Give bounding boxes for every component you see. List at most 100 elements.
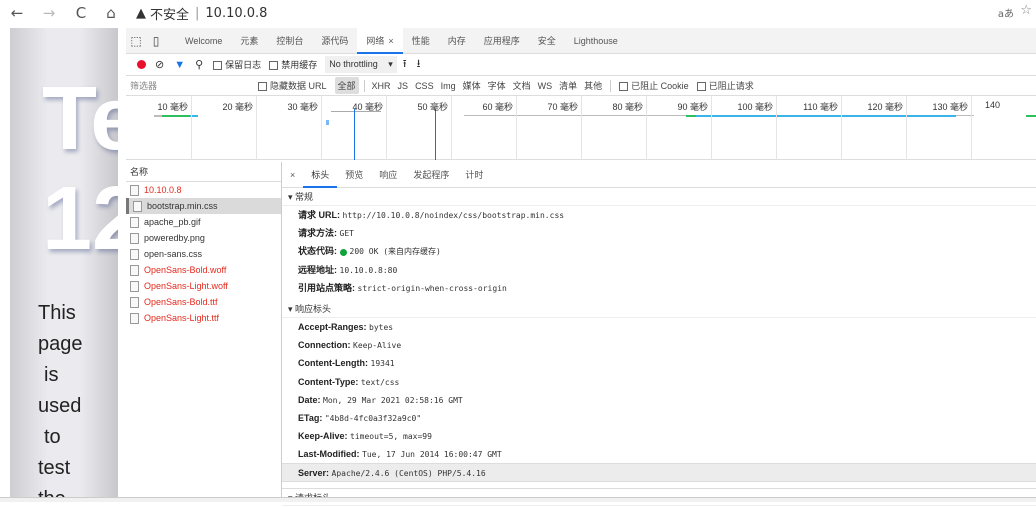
header-value: Tue, 17 Jun 2014 16:00:47 GMT [362, 450, 502, 460]
timeline-tick-label: 110 毫秒 [803, 102, 838, 112]
request-details: × 标头 预览 响应 发起程序 计时 ▾ 常规 请求 URL: http://10.10… [282, 161, 1036, 506]
blocked-cookies-checkbox[interactable]: 已阻止 Cookie [619, 79, 689, 92]
tab-4[interactable]: 网络 × [357, 27, 403, 54]
filter-type-button[interactable]: JS [395, 79, 412, 93]
request-row[interactable]: open-sans.css [126, 246, 281, 262]
tab-9[interactable]: Lighthouse [565, 28, 627, 54]
general-section-header[interactable]: ▾ 常规 [282, 188, 1036, 206]
tab-7[interactable]: 应用程序 [475, 28, 529, 54]
close-details-button[interactable]: × [282, 162, 303, 188]
tab-6[interactable]: 内存 [439, 28, 475, 54]
tab-0[interactable]: Welcome [176, 28, 231, 54]
request-name: 10.10.0.8 [144, 185, 182, 195]
filter-type-button[interactable]: XHR [369, 79, 394, 93]
url-text[interactable]: 10.10.0.8 [205, 6, 267, 21]
header-row: Accept-Ranges: bytes [282, 318, 1036, 336]
request-name: apache_pb.gif [144, 217, 201, 227]
read-aloud-icon[interactable]: aあ [998, 5, 1014, 20]
header-value: 10.10.0.8:80 [339, 265, 398, 275]
page-body-word: test [38, 457, 71, 479]
filter-icon[interactable]: ▼ [174, 59, 185, 71]
inspect-element-icon[interactable]: ⬚ [126, 34, 146, 48]
request-row[interactable]: OpenSans-Light.ttf [126, 310, 281, 326]
device-toolbar-icon[interactable]: ▯ [146, 34, 166, 48]
disable-cache-checkbox[interactable]: 禁用缓存 [269, 58, 317, 71]
status-dot-icon [339, 248, 347, 256]
home-button[interactable]: ⌂ [100, 4, 122, 22]
details-tab[interactable]: 响应 [371, 162, 405, 188]
page-body-text: This page is used to test the [38, 298, 83, 498]
request-row[interactable]: bootstrap.min.css [126, 198, 281, 214]
tab-3[interactable]: 源代码 [312, 28, 357, 54]
details-tab[interactable]: 标头 [303, 161, 338, 188]
filter-input[interactable]: 筛选器 [126, 77, 258, 95]
record-icon[interactable] [137, 60, 146, 69]
file-icon [130, 216, 139, 228]
filter-type-button[interactable]: 文档 [510, 77, 534, 94]
header-key: Content-Type: [298, 376, 359, 387]
blocked-requests-checkbox[interactable]: 已阻止请求 [696, 79, 754, 92]
header-key: 请求 URL: [298, 210, 340, 220]
export-har-icon[interactable]: ⭳ [417, 55, 421, 74]
page-heading-line2: 12 [42, 169, 118, 269]
header-value: bytes [369, 322, 394, 332]
request-rows: 10.10.0.8 bootstrap.min.css apache_pb.gifp… [126, 182, 281, 326]
favorite-icon[interactable]: ☆ [1020, 3, 1032, 18]
header-key: 远程地址: [298, 264, 337, 275]
details-tab[interactable]: 发起程序 [405, 162, 457, 188]
filter-type-button[interactable]: CSS [412, 79, 437, 93]
close-tab-icon[interactable]: × [388, 36, 393, 46]
security-label[interactable]: 不安全 [150, 4, 189, 23]
forward-button[interactable]: → [38, 4, 60, 22]
details-tab[interactable]: 预览 [337, 162, 371, 188]
header-row: 请求 URL: http://10.10.0.8/noindex/css/boo… [282, 206, 1036, 224]
network-overview-timeline[interactable]: 10 毫秒 20 毫秒 30 毫秒 40 毫秒 50 毫秒 60 毫秒 70 毫秒 80 毫秒… [126, 96, 1036, 160]
clear-icon[interactable]: ⊘ [155, 58, 164, 71]
filter-divider [363, 79, 365, 92]
resource-type-filters: 全部 XHR JS CSS Img 媒体 字体 文档 WS 清单 其他 [334, 77, 616, 94]
search-icon[interactable]: ⚲ [195, 58, 203, 71]
page-heading-line1: Te [42, 69, 118, 169]
request-row[interactable]: OpenSans-Light.woff [126, 278, 281, 294]
request-row[interactable]: apache_pb.gif [126, 214, 281, 230]
request-name: OpenSans-Bold.ttf [144, 297, 218, 307]
tab-2[interactable]: 控制台 [267, 28, 312, 54]
warning-icon: ▲ [136, 5, 146, 21]
filter-type-button[interactable]: 清单 [556, 77, 580, 94]
filter-type-button[interactable]: WS [535, 79, 556, 93]
request-row[interactable]: OpenSans-Bold.woff [126, 262, 281, 278]
details-tab[interactable]: 计时 [457, 162, 491, 188]
import-har-icon[interactable]: ⭱ [403, 55, 407, 74]
name-column-header[interactable]: 名称 [126, 162, 281, 182]
response-headers-section-header[interactable]: ▾ 响应标头 [282, 300, 1036, 318]
request-name: OpenSans-Light.woff [144, 281, 228, 291]
address-bar[interactable]: ▲ 不安全 | 10.10.0.8 [136, 4, 267, 23]
request-row[interactable]: poweredby.png [126, 230, 281, 246]
header-key: Accept-Ranges: [298, 321, 367, 332]
page-body-word: used [38, 395, 82, 417]
request-row[interactable]: 10.10.0.8 [126, 182, 281, 198]
request-row[interactable]: OpenSans-Bold.ttf [126, 294, 281, 310]
filter-type-button[interactable]: Img [438, 79, 459, 93]
filter-type-button[interactable]: 媒体 [460, 77, 484, 94]
timeline-tick-label: 140 [985, 100, 1001, 110]
filter-type-button[interactable]: 其他 [581, 77, 605, 94]
timeline-tick-label: 20 毫秒 [222, 102, 253, 112]
reload-button[interactable]: C [70, 4, 92, 22]
filter-type-button[interactable]: 全部 [334, 77, 359, 94]
tab-5[interactable]: 性能 [403, 28, 439, 54]
preserve-log-checkbox[interactable]: 保留日志 [213, 58, 261, 71]
back-button[interactable]: ← [6, 4, 28, 22]
tab-1[interactable]: 元素 [231, 28, 267, 54]
hide-data-urls-checkbox[interactable]: 隐藏数据 URL [258, 79, 327, 92]
header-row: 状态代码: 200 OK (来自内存缓存) [282, 242, 1036, 260]
throttling-select[interactable]: No throttling ▾ [325, 56, 397, 73]
header-row: Last-Modified: Tue, 17 Jun 2014 16:00:47… [282, 445, 1036, 463]
tab-8[interactable]: 安全 [529, 28, 565, 54]
timeline-bar-green2 [686, 115, 696, 117]
header-key: 请求方法: [298, 228, 337, 239]
header-row: Content-Length: 19341 [282, 354, 1036, 372]
address-separator: | [195, 5, 200, 21]
filter-type-button[interactable]: 字体 [485, 77, 509, 94]
devtools-tab-bar: ⬚ ▯ Welcome 元素 控制台 源代码 网络 × 性能 内存 应用程序 安全 Lighthou… [126, 27, 1036, 54]
